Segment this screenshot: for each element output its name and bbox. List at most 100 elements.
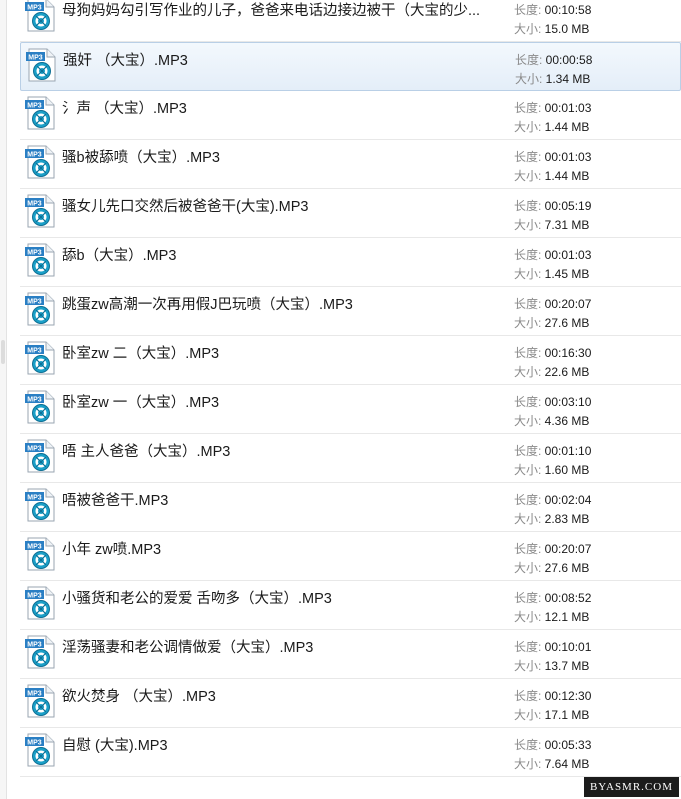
file-row[interactable]: MP3 氵声 （大宝）.MP3 长度: 00:01:03 大小: 1.44 MB: [20, 91, 681, 140]
file-name: 卧室zw 二（大宝）.MP3: [62, 346, 220, 362]
file-row[interactable]: MP3 母狗妈妈勾引写作业的儿子，爸爸来电话边接边被干（大宝的少... 长度: …: [20, 0, 681, 42]
length-label: 长度:: [514, 493, 545, 507]
file-row[interactable]: MP3 卧室zw 二（大宝）.MP3 长度: 00:16:30 大小: 22.6…: [20, 336, 681, 385]
file-row[interactable]: MP3 骚女儿先口交然后被爸爸干(大宝).MP3 长度: 00:05:19 大小…: [20, 189, 681, 238]
svg-text:MP3: MP3: [27, 592, 42, 599]
file-meta: 长度: 00:12:30 大小: 17.1 MB: [514, 687, 591, 725]
file-meta: 长度: 00:03:10 大小: 4.36 MB: [514, 393, 591, 431]
file-size: 27.6 MB: [544, 561, 590, 575]
size-label: 大小:: [514, 610, 545, 624]
size-label: 大小:: [514, 757, 545, 771]
file-row[interactable]: MP3 骚b被舔喷（大宝）.MP3 长度: 00:01:03 大小: 1.44 …: [20, 140, 681, 189]
length-label: 长度:: [515, 53, 546, 67]
size-label: 大小:: [514, 120, 545, 134]
mp3-file-icon: MP3: [25, 390, 55, 424]
file-length: 00:12:30: [544, 689, 592, 703]
file-length: 00:20:07: [544, 542, 592, 556]
file-size: 15.0 MB: [544, 22, 590, 36]
size-label: 大小:: [514, 708, 545, 722]
file-row[interactable]: MP3 跳蛋zw高潮一次再用假J巴玩喷（大宝）.MP3 长度: 00:20:07…: [20, 287, 681, 336]
file-name: 骚b被舔喷（大宝）.MP3: [62, 150, 220, 166]
size-label: 大小:: [514, 365, 545, 379]
mp3-file-icon: MP3: [25, 733, 55, 767]
svg-text:MP3: MP3: [27, 739, 42, 746]
file-name: 自慰 (大宝).MP3: [62, 738, 168, 754]
length-label: 长度:: [514, 346, 545, 360]
file-size: 13.7 MB: [544, 659, 590, 673]
size-label: 大小:: [514, 316, 545, 330]
file-meta: 长度: 00:01:03 大小: 1.44 MB: [514, 99, 591, 137]
file-name: 唔被爸爸干.MP3: [62, 493, 169, 509]
svg-text:MP3: MP3: [27, 445, 42, 452]
file-meta: 长度: 00:20:07 大小: 27.6 MB: [514, 295, 591, 333]
file-name: 淫荡骚妻和老公调情做爱（大宝）.MP3: [62, 640, 314, 656]
mp3-file-icon: MP3: [25, 0, 55, 32]
svg-text:MP3: MP3: [27, 200, 42, 207]
file-size: 1.44 MB: [544, 169, 590, 183]
svg-text:MP3: MP3: [27, 151, 42, 158]
file-meta: 长度: 00:08:52 大小: 12.1 MB: [514, 589, 591, 627]
mp3-file-icon: MP3: [25, 194, 55, 228]
file-meta: 长度: 00:02:04 大小: 2.83 MB: [514, 491, 591, 529]
file-name: 跳蛋zw高潮一次再用假J巴玩喷（大宝）.MP3: [62, 297, 353, 313]
size-label: 大小:: [514, 561, 545, 575]
file-length: 00:16:30: [544, 346, 592, 360]
svg-text:MP3: MP3: [28, 54, 43, 61]
file-meta: 长度: 00:01:10 大小: 1.60 MB: [514, 442, 591, 480]
file-length: 00:03:10: [544, 395, 592, 409]
file-name: 唔 主人爸爸（大宝）.MP3: [62, 444, 231, 460]
file-size: 22.6 MB: [544, 365, 590, 379]
size-label: 大小:: [515, 72, 546, 86]
mp3-file-icon: MP3: [25, 537, 55, 571]
svg-text:MP3: MP3: [27, 298, 42, 305]
file-meta: 长度: 00:01:03 大小: 1.45 MB: [514, 246, 591, 284]
file-length: 00:02:04: [544, 493, 592, 507]
file-row[interactable]: MP3 小年 zw喷.MP3 长度: 00:20:07 大小: 27.6 MB: [20, 532, 681, 581]
file-row[interactable]: MP3 卧室zw 一（大宝）.MP3 长度: 00:03:10 大小: 4.36…: [20, 385, 681, 434]
mp3-file-icon: MP3: [25, 635, 55, 669]
file-row[interactable]: MP3 舔b（大宝）.MP3 长度: 00:01:03 大小: 1.45 MB: [20, 238, 681, 287]
svg-text:MP3: MP3: [27, 543, 42, 550]
length-label: 长度:: [514, 542, 545, 556]
file-size: 1.45 MB: [544, 267, 590, 281]
file-row[interactable]: MP3 淫荡骚妻和老公调情做爱（大宝）.MP3 长度: 00:10:01 大小:…: [20, 630, 681, 679]
file-meta: 长度: 00:10:58 大小: 15.0 MB: [514, 1, 591, 39]
file-size: 7.31 MB: [544, 218, 590, 232]
file-length: 00:01:03: [544, 101, 592, 115]
file-length: 00:20:07: [544, 297, 592, 311]
file-row[interactable]: MP3 自慰 (大宝).MP3 长度: 00:05:33 大小: 7.64 MB: [20, 728, 681, 777]
file-meta: 长度: 00:20:07 大小: 27.6 MB: [514, 540, 591, 578]
length-label: 长度:: [514, 101, 545, 115]
file-row[interactable]: MP3 小骚货和老公的爱爱 舌吻多（大宝）.MP3 长度: 00:08:52 大…: [20, 581, 681, 630]
file-size: 27.6 MB: [544, 316, 590, 330]
file-row[interactable]: MP3 唔被爸爸干.MP3 长度: 00:02:04 大小: 2.83 MB: [20, 483, 681, 532]
size-label: 大小:: [514, 169, 545, 183]
file-size: 1.34 MB: [545, 72, 591, 86]
length-label: 长度:: [514, 150, 545, 164]
file-length: 00:05:33: [544, 738, 592, 752]
file-size: 7.64 MB: [544, 757, 590, 771]
mp3-file-icon: MP3: [25, 341, 55, 375]
file-name: 舔b（大宝）.MP3: [62, 248, 177, 264]
file-length: 00:01:03: [544, 150, 592, 164]
file-row[interactable]: MP3 欲火焚身 （大宝）.MP3 长度: 00:12:30 大小: 17.1 …: [20, 679, 681, 728]
file-name: 氵声 （大宝）.MP3: [62, 101, 187, 117]
svg-text:MP3: MP3: [27, 396, 42, 403]
svg-text:MP3: MP3: [27, 494, 42, 501]
size-label: 大小:: [514, 267, 545, 281]
mp3-file-icon: MP3: [26, 48, 56, 82]
file-name: 强奸 （大宝）.MP3: [63, 53, 188, 69]
file-size: 1.60 MB: [544, 463, 590, 477]
file-row[interactable]: MP3 强奸 （大宝）.MP3 长度: 00:00:58 大小: 1.34 MB: [20, 42, 681, 91]
svg-text:MP3: MP3: [27, 347, 42, 354]
length-label: 长度:: [514, 738, 545, 752]
length-label: 长度:: [514, 248, 545, 262]
file-length: 00:10:58: [544, 3, 592, 17]
file-length: 00:01:10: [544, 444, 592, 458]
file-row[interactable]: MP3 唔 主人爸爸（大宝）.MP3 长度: 00:01:10 大小: 1.60…: [20, 434, 681, 483]
file-name: 母狗妈妈勾引写作业的儿子，爸爸来电话边接边被干（大宝的少...: [62, 3, 481, 19]
file-name: 卧室zw 一（大宝）.MP3: [62, 395, 220, 411]
svg-text:MP3: MP3: [27, 249, 42, 256]
file-length: 00:05:19: [544, 199, 592, 213]
file-size: 17.1 MB: [544, 708, 590, 722]
